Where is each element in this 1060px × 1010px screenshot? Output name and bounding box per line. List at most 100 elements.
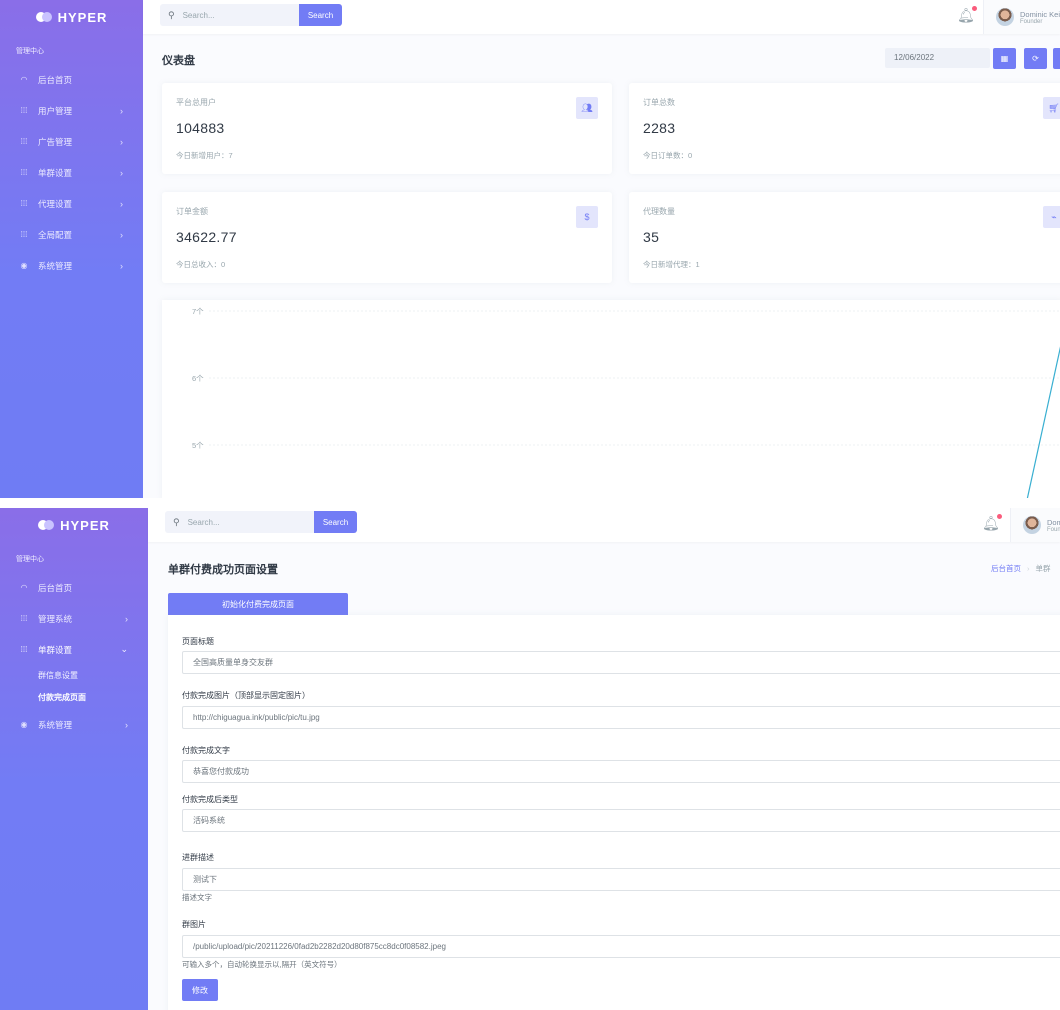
filter-button[interactable]: ▾: [1053, 48, 1060, 69]
payment-text-input[interactable]: 恭喜您付款成功: [182, 760, 1060, 783]
stat-footer: 今日总收入：0: [176, 260, 226, 269]
user-menu[interactable]: Dominic Kei Founder: [1010, 508, 1060, 542]
search-bar: ⚲ Search... Search: [165, 511, 357, 533]
avatar: [996, 8, 1014, 26]
speedometer-icon: ◠: [20, 75, 28, 84]
group-image-input[interactable]: /public/upload/pic/20211226/0fad2b2282d2…: [182, 935, 1060, 958]
brand-logo[interactable]: HYPER: [0, 0, 143, 34]
settings-form: 页面标题 全国高质量单身交友群 付款完成图片（顶部显示固定图片） http://…: [168, 615, 1060, 1010]
breadcrumb-current: 单群: [1035, 564, 1051, 573]
user-role: Founder: [1047, 526, 1060, 533]
users-icon: 👥︎: [576, 97, 598, 119]
avatar: [1023, 516, 1041, 534]
stat-value: 2283: [643, 120, 676, 136]
stat-card-users: 平台总用户 104883 今日新增用户：7 👥︎: [162, 83, 612, 174]
breadcrumb: 后台首页 › 单群: [991, 563, 1051, 574]
sidebar-item-system[interactable]: ◉ 系统管理 ›: [0, 250, 143, 281]
search-icon: ⚲: [168, 9, 175, 20]
logo-icon: [38, 520, 55, 530]
grid-icon: ⁞⁞⁞: [20, 645, 28, 654]
chart-svg: 7个 6个 5个: [192, 307, 1060, 498]
search-button[interactable]: Search: [314, 511, 357, 533]
sidebar-item-system[interactable]: ◉ 系统管理 ›: [0, 709, 148, 740]
stat-card-orders: 订单总数 2283 今日订单数：0 🛒︎: [629, 83, 1060, 174]
brand-logo[interactable]: HYPER: [0, 508, 148, 542]
sidebar-item-group-settings[interactable]: ⁞⁞⁞ 单群设置 ›: [0, 157, 143, 188]
sidebar-item-label: 管理系统: [38, 613, 73, 624]
field-label-payment-image: 付款完成图片（顶部显示固定图片）: [182, 691, 310, 700]
refresh-button[interactable]: ⟳: [1024, 48, 1047, 69]
stat-value: 34622.77: [176, 229, 237, 245]
speedometer-icon: ◠: [20, 583, 28, 592]
tab-init-payment-page[interactable]: 初始化付费完成页面: [168, 593, 348, 615]
stat-value: 104883: [176, 120, 225, 136]
grid-icon: ⁞⁞⁞: [20, 137, 28, 146]
stat-label: 代理数量: [643, 207, 675, 216]
date-picker[interactable]: 12/06/2022: [885, 48, 990, 68]
sidebar-item-group-settings[interactable]: ⁞⁞⁞ 单群设置 ⌄: [0, 634, 148, 665]
breadcrumb-home-link[interactable]: 后台首页: [991, 564, 1021, 573]
pulse-icon: ⌁: [1043, 206, 1060, 228]
search-placeholder: Search...: [182, 10, 215, 20]
calendar-button[interactable]: ▦: [993, 48, 1016, 69]
stat-footer: 今日订单数：0: [643, 151, 693, 160]
y-tick-label: 6个: [192, 374, 204, 383]
bell-icon[interactable]: 🔔︎: [957, 6, 977, 24]
sidebar-item-users[interactable]: ⁞⁞⁞ 用户管理 ›: [0, 95, 143, 126]
search-placeholder: Search...: [187, 517, 220, 527]
brand-name: HYPER: [57, 9, 108, 25]
stat-label: 订单总数: [643, 98, 675, 107]
notification-dot: [996, 514, 1002, 519]
submit-button[interactable]: 修改: [182, 979, 218, 1001]
stat-footer: 今日新增代理：1: [643, 260, 700, 269]
search-input[interactable]: ⚲ Search...: [160, 4, 299, 26]
stat-card-revenue: 订单金额 34622.77 今日总收入：0 $: [162, 192, 612, 283]
location-pin-icon: ◉: [20, 720, 28, 729]
refresh-icon: ⟳: [1032, 54, 1039, 63]
chevron-right-icon: ›: [120, 229, 123, 240]
chevron-right-icon: ›: [120, 167, 123, 178]
sidebar-item-home[interactable]: ◠ 后台首页: [0, 64, 143, 95]
y-tick-label: 7个: [192, 307, 204, 316]
y-tick-label: 5个: [192, 441, 204, 450]
search-input[interactable]: ⚲ Search...: [165, 511, 314, 533]
sidebar-item-global-config[interactable]: ⁞⁞⁞ 全局配置 ›: [0, 219, 143, 250]
dashboard-screen: HYPER 管理中心 ◠ 后台首页 ⁞⁞⁞ 用户管理 › ⁞⁞⁞ 广告管理 › …: [0, 0, 1060, 498]
sidebar-item-label: 全局配置: [38, 229, 73, 240]
sidebar-item-ads[interactable]: ⁞⁞⁞ 广告管理 ›: [0, 126, 143, 157]
field-label-payment-text: 付款完成文字: [182, 746, 230, 755]
user-menu[interactable]: Dominic Kei Founder: [983, 0, 1060, 34]
sidebar-item-label: 后台首页: [38, 582, 73, 593]
settings-screen: HYPER 管理中心 ◠ 后台首页 ⁞⁞⁞ 管理系统 › ⁞⁞⁞ 单群设置 ⌄ …: [0, 508, 1060, 1010]
field-label-page-title: 页面标题: [182, 637, 214, 646]
cart-icon: 🛒︎: [1043, 97, 1060, 119]
payment-image-input[interactable]: http://chiguagua.ink/public/pic/tu.jpg: [182, 706, 1060, 729]
grid-icon: ⁞⁞⁞: [20, 106, 28, 115]
sidebar-item-home[interactable]: ◠ 后台首页: [0, 572, 148, 603]
sidebar-item-label: 系统管理: [38, 719, 73, 730]
chevron-right-icon: ›: [120, 260, 123, 271]
page-title-input[interactable]: 全国高质量单身交友群: [182, 651, 1060, 674]
sidebar-subitem-payment-page[interactable]: 付款完成页面: [0, 687, 148, 709]
search-bar: ⚲ Search... Search: [160, 4, 342, 26]
search-button[interactable]: Search: [299, 4, 342, 26]
logo-icon: [35, 12, 52, 22]
topbar: ⚲ Search... Search 🔔︎ Dominic Kei Founde…: [148, 508, 1060, 542]
after-payment-type-select[interactable]: 活码系统: [182, 809, 1060, 832]
sidebar-subitem-group-info[interactable]: 群信息设置: [0, 665, 148, 687]
sidebar: HYPER 管理中心 ◠ 后台首页 ⁞⁞⁞ 管理系统 › ⁞⁞⁞ 单群设置 ⌄ …: [0, 508, 148, 1010]
group-desc-help: 描述文字: [182, 893, 212, 902]
user-name: Dominic Kei: [1020, 9, 1060, 19]
sidebar-item-management[interactable]: ⁞⁞⁞ 管理系统 ›: [0, 603, 148, 634]
sidebar-item-label: 代理设置: [38, 198, 73, 209]
chevron-right-icon: ›: [120, 105, 123, 116]
grid-icon: ⁞⁞⁞: [20, 614, 28, 623]
topbar: ⚲ Search... Search 🔔︎ Dominic Kei Founde…: [143, 0, 1060, 34]
grid-icon: ⁞⁞⁞: [20, 230, 28, 239]
group-desc-input[interactable]: 测试下: [182, 868, 1060, 891]
series-line: [1026, 346, 1060, 498]
sidebar-item-agent-settings[interactable]: ⁞⁞⁞ 代理设置 ›: [0, 188, 143, 219]
sidebar-section-title: 管理中心: [16, 48, 44, 55]
field-label-group-desc: 进群描述: [182, 853, 214, 862]
bell-icon[interactable]: 🔔︎: [982, 514, 1002, 532]
